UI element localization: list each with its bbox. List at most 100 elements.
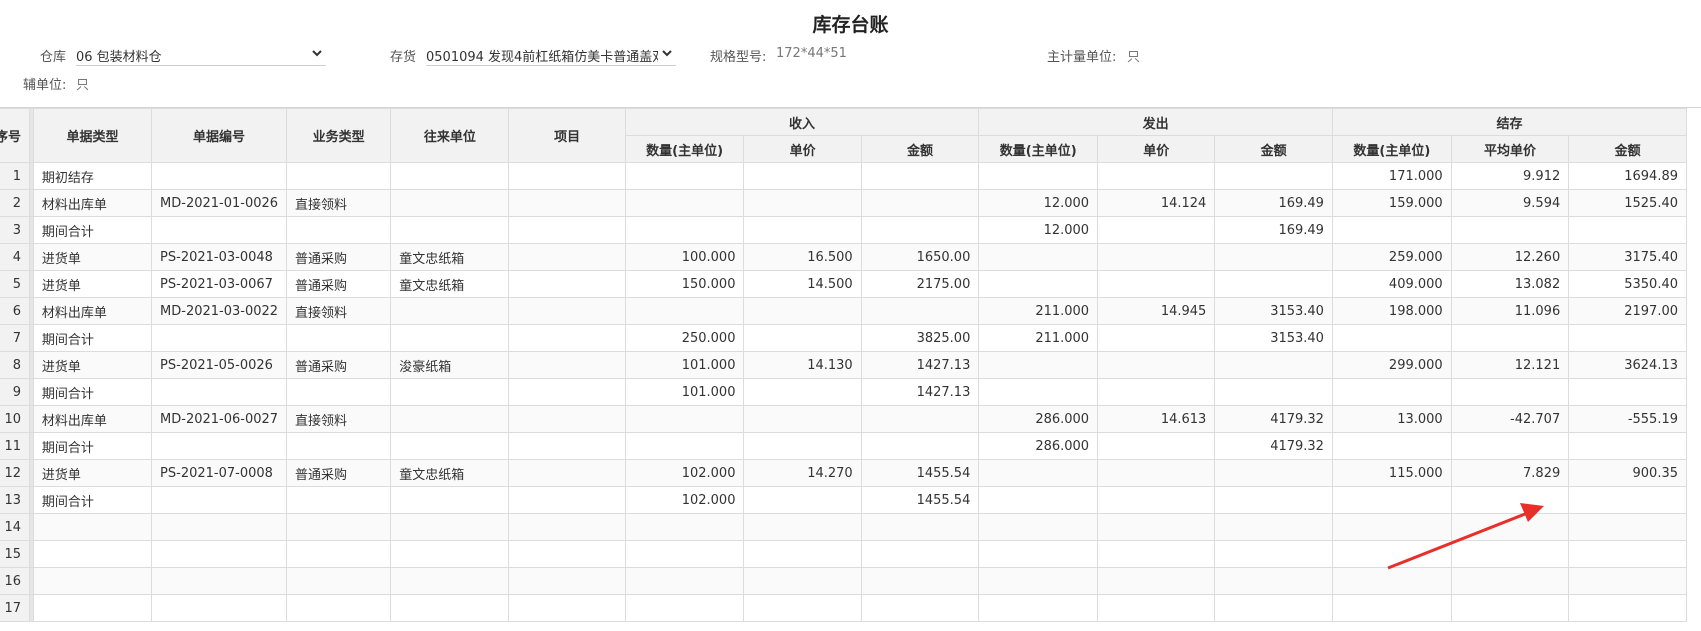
cell-in-amount (860, 297, 980, 325)
row-number: 7 (0, 324, 31, 352)
table-row[interactable]: 6 材料出库单 MD-2021-03-0022 直接领料 211.000 14.945 31… (0, 297, 1687, 325)
cell-in-amount (860, 162, 980, 190)
cell-doc-no[interactable]: PS-2021-03-0048 (151, 243, 288, 271)
cell-out-amount (1214, 162, 1333, 190)
table-row[interactable]: 1 期初结存 171.000 9.912 1694.89 (0, 162, 1687, 190)
cell-doc-type: 期间合计 (32, 216, 153, 244)
cell-out-amount (1214, 513, 1333, 541)
table-row[interactable]: 10 材料出库单 MD-2021-06-0027 直接领料 286.000 14.613 4… (0, 405, 1687, 433)
cell-in-price (743, 162, 862, 190)
header-out-amount[interactable]: 金额 (1214, 135, 1333, 163)
cell-doc-type (32, 513, 153, 541)
table-row[interactable]: 9 期间合计 101.000 1427.13 (0, 378, 1687, 406)
cell-partner: 童文忠纸箱 (390, 243, 510, 271)
cell-doc-no[interactable]: MD-2021-01-0026 (151, 189, 288, 217)
table-row[interactable]: 3 期间合计 12.000 169.49 (0, 216, 1687, 244)
cell-doc-type: 进货单 (32, 270, 153, 298)
spec-value: 172*44*51 (776, 46, 847, 61)
table-row[interactable]: 16 (0, 567, 1687, 595)
header-doc-no[interactable]: 单据编号 (151, 108, 288, 163)
cell-doc-no[interactable]: MD-2021-03-0022 (151, 297, 288, 325)
header-in-qty[interactable]: 数量(主单位) (624, 135, 745, 163)
cell-bal-avg-price (1450, 378, 1570, 406)
cell-bal-avg-price (1450, 324, 1570, 352)
table-row[interactable]: 2 材料出库单 MD-2021-01-0026 直接领料 12.000 14.124 169… (0, 189, 1687, 217)
cell-doc-type: 期间合计 (32, 378, 153, 406)
cell-doc-type: 期间合计 (32, 432, 153, 460)
cell-doc-type: 材料出库单 (32, 297, 153, 325)
cell-out-price (1097, 162, 1216, 190)
cell-doc-type: 期间合计 (32, 486, 153, 514)
spec-label: 规格型号: (710, 50, 767, 65)
table-row[interactable]: 15 (0, 540, 1687, 568)
cell-project (508, 540, 626, 568)
cell-bal-qty: 115.000 (1331, 459, 1452, 487)
header-out-qty[interactable]: 数量(主单位) (978, 135, 1099, 163)
cell-in-price: 16.500 (743, 243, 862, 271)
cell-in-amount (860, 513, 980, 541)
cell-doc-no (151, 162, 288, 190)
table-row[interactable]: 14 (0, 513, 1687, 541)
cell-doc-no[interactable]: MD-2021-06-0027 (151, 405, 288, 433)
table-row[interactable]: 5 进货单 PS-2021-03-0067 普通采购 童文忠纸箱 150.000 14.50… (0, 270, 1687, 298)
cell-bal-avg-price: 7.829 (1450, 459, 1570, 487)
table-row[interactable]: 11 期间合计 286.000 4179.32 (0, 432, 1687, 460)
header-out-price[interactable]: 单价 (1097, 135, 1216, 163)
cell-bal-avg-price (1450, 540, 1570, 568)
header-biz-type[interactable]: 业务类型 (286, 108, 392, 163)
cell-partner (390, 216, 510, 244)
header-in-amount[interactable]: 金额 (860, 135, 980, 163)
cell-project (508, 513, 626, 541)
header-bal-qty[interactable]: 数量(主单位) (1331, 135, 1452, 163)
cell-out-amount (1214, 486, 1333, 514)
cell-out-qty (978, 540, 1099, 568)
cell-out-qty (978, 243, 1099, 271)
header-project[interactable]: 项目 (508, 108, 626, 163)
table-row[interactable]: 17 (0, 594, 1687, 622)
cell-doc-no[interactable]: PS-2021-03-0067 (151, 270, 288, 298)
cell-in-amount (860, 540, 980, 568)
cell-in-qty: 102.000 (624, 486, 745, 514)
cell-out-qty: 211.000 (978, 324, 1099, 352)
cell-in-qty (624, 513, 745, 541)
cell-doc-no[interactable]: PS-2021-07-0008 (151, 459, 288, 487)
table-row[interactable]: 13 期间合计 102.000 1455.54 (0, 486, 1687, 514)
cell-project (508, 459, 626, 487)
cell-partner (390, 540, 510, 568)
table-row[interactable]: 12 进货单 PS-2021-07-0008 普通采购 童文忠纸箱 102.000 14.2… (0, 459, 1687, 487)
main-unit-value: 只 (1127, 50, 1141, 65)
cell-bal-qty (1331, 324, 1452, 352)
header-row-no[interactable]: 序号 (0, 108, 31, 163)
ledger-table: 序号 单据类型 单据编号 业务类型 往来单位 项目 收入 发出 结存 数量(主单… (0, 108, 1688, 622)
cell-out-qty (978, 270, 1099, 298)
table-row[interactable]: 8 进货单 PS-2021-05-0026 普通采购 浚豪纸箱 101.000 14.130… (0, 351, 1687, 379)
cell-in-amount: 1427.13 (860, 351, 980, 379)
cell-bal-amount: 900.35 (1568, 459, 1687, 487)
header-partner[interactable]: 往来单位 (390, 108, 510, 163)
cell-doc-no[interactable]: PS-2021-05-0026 (151, 351, 288, 379)
item-value: 0501094 发现4前杠纸箱仿美卡普通盖双瓦 (426, 50, 658, 65)
row-number: 16 (0, 567, 31, 595)
header-bal-avg-price[interactable]: 平均单价 (1450, 135, 1570, 163)
warehouse-select[interactable]: 06 包装材料仓 (76, 43, 326, 66)
warehouse-value: 06 包装材料仓 (76, 50, 162, 65)
cell-in-qty: 100.000 (624, 243, 745, 271)
ledger-grid: 序号 单据类型 单据编号 业务类型 往来单位 项目 收入 发出 结存 数量(主单… (0, 107, 1701, 631)
cell-in-qty: 250.000 (624, 324, 745, 352)
cell-doc-type: 进货单 (32, 459, 153, 487)
cell-biz-type: 直接领料 (286, 189, 392, 217)
cell-in-price (743, 378, 862, 406)
header-doc-type[interactable]: 单据类型 (32, 108, 153, 163)
header-issue-group: 发出 (978, 108, 1333, 136)
cell-in-price: 14.130 (743, 351, 862, 379)
table-row[interactable]: 4 进货单 PS-2021-03-0048 普通采购 童文忠纸箱 100.000 16.50… (0, 243, 1687, 271)
table-row[interactable]: 7 期间合计 250.000 3825.00 211.000 3153.40 (0, 324, 1687, 352)
cell-bal-avg-price (1450, 432, 1570, 460)
header-bal-amount[interactable]: 金额 (1568, 135, 1687, 163)
cell-out-qty (978, 351, 1099, 379)
cell-biz-type: 直接领料 (286, 297, 392, 325)
item-select[interactable]: 0501094 发现4前杠纸箱仿美卡普通盖双瓦 (426, 43, 676, 66)
cell-out-price (1097, 270, 1216, 298)
header-in-price[interactable]: 单价 (743, 135, 862, 163)
cell-bal-qty: 171.000 (1331, 162, 1452, 190)
